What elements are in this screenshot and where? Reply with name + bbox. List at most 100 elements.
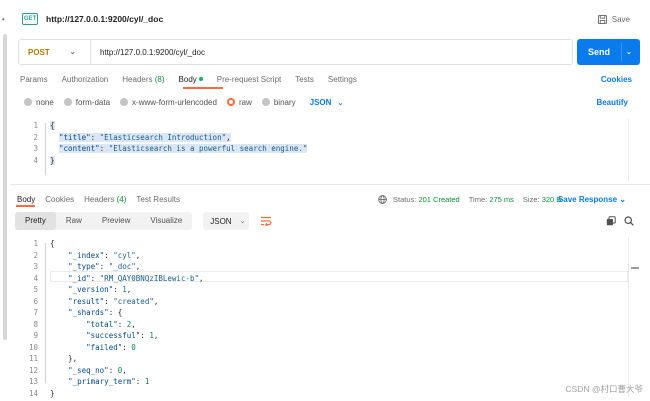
tab-settings[interactable]: Settings (328, 75, 357, 84)
tab-response-cookies[interactable]: Cookies (45, 195, 74, 204)
radio-x-www-form-urlencoded[interactable]: x-www-form-urlencoded (120, 98, 217, 107)
code-token: , (226, 132, 231, 142)
code-token: 1 (144, 377, 150, 386)
code-token: "cyl" (113, 250, 136, 260)
body-indicator-dot (198, 77, 203, 82)
send-label: Send (588, 47, 611, 57)
response-headers-count: (4) (116, 194, 127, 204)
tab-body-label: Body (178, 74, 197, 84)
view-raw[interactable]: Raw (56, 212, 92, 230)
code-token: : (99, 262, 109, 271)
code-token: }, (50, 354, 78, 363)
code-token: , (135, 262, 141, 271)
code-line: "_seq_no": 0, (50, 366, 127, 375)
line-number: 7 (33, 308, 38, 317)
line-number: 3 (33, 262, 38, 271)
code-token: } (50, 155, 55, 165)
code-token: : (99, 144, 109, 153)
url-input[interactable]: http://127.0.0.1:9200/cyl/_doc (100, 48, 205, 57)
code-token: "_version" (68, 285, 114, 294)
code-token: : (90, 132, 100, 142)
cookies-link[interactable]: Cookies (601, 75, 632, 84)
code-token: : (122, 342, 132, 352)
line-number: 13 (28, 377, 38, 386)
radio-raw[interactable]: raw (226, 98, 252, 107)
radio-circle-selected (226, 98, 235, 106)
indent-guide (45, 123, 46, 175)
send-button[interactable]: Send ⌄ (577, 39, 640, 65)
code-token: "_index" (68, 250, 105, 260)
code-line: "failed": 0 (50, 343, 136, 352)
radio-form-data-label: form-data (75, 97, 111, 107)
code-token: "title" (59, 132, 91, 142)
line-number: 8 (33, 319, 38, 329)
radio-binary-label: binary (273, 97, 296, 107)
line-number: 5 (33, 285, 38, 294)
tab-response-body[interactable]: Body (17, 195, 35, 204)
code-token: "created" (113, 296, 154, 306)
status-value[interactable]: 201 Created (418, 195, 459, 204)
code-token: } (50, 388, 55, 398)
copy-icon[interactable] (606, 216, 616, 226)
globe-icon[interactable] (378, 194, 387, 204)
view-pretty[interactable]: Pretty (15, 212, 56, 230)
tab-response-headers[interactable]: Headers (4) (84, 195, 126, 204)
wrap-lines-button[interactable] (257, 212, 275, 230)
tab-headers[interactable]: Headers (8) (122, 75, 164, 84)
line-number: 2 (33, 132, 38, 142)
search-icon[interactable] (624, 216, 634, 226)
response-body-viewer[interactable]: 1{2 "_index": "cyl", 3 "_type": "_doc", 4 … (18, 237, 640, 398)
response-tabs: Body Cookies Headers (4) Test Results St… (16, 192, 640, 207)
tab-params[interactable]: Params (20, 75, 48, 84)
http-request-icon: GET (22, 13, 38, 25)
save-icon (597, 14, 607, 24)
save-button[interactable]: Save (597, 14, 630, 24)
request-body-editor[interactable]: 1 {2 "title": "Elasticsearch Introduction… (18, 119, 640, 181)
body-format-select[interactable]: JSON ⌄ (310, 98, 344, 107)
code-token: , (122, 365, 127, 375)
radio-binary[interactable]: binary (261, 97, 296, 107)
radio-none[interactable]: none (24, 98, 54, 107)
code-token: "_primary_term" (68, 377, 136, 386)
code-token: , (131, 319, 136, 329)
code-line: "content": "Elasticsearch is a powerful … (50, 144, 308, 153)
save-response-button[interactable]: Save Response ⌄ (558, 195, 626, 204)
chevron-down-icon: ⌄ (239, 218, 246, 225)
time-value[interactable]: 275 ms (489, 195, 514, 204)
code-token: : (104, 296, 114, 306)
method-select[interactable]: POST ⌄ (19, 40, 91, 64)
tab-test-results[interactable]: Test Results (136, 195, 180, 204)
pane-divider[interactable] (10, 184, 650, 185)
code-token: : (113, 285, 123, 294)
request-title[interactable]: http://127.0.0.1:9200/cyl/_doc (46, 14, 163, 24)
request-editor-scrollbar[interactable] (628, 119, 640, 181)
code-token: "_seq_no" (68, 365, 109, 375)
tab-body[interactable]: Body (179, 75, 203, 84)
tab-authorization[interactable]: Authorization (62, 75, 109, 84)
tab-pre-request-script[interactable]: Pre-request Script (217, 75, 281, 84)
tab-tests[interactable]: Tests (295, 75, 314, 84)
code-line: "result": "created", (50, 297, 158, 306)
chevron-down-icon[interactable]: ⌄ (626, 48, 632, 56)
response-editor-scrollbar[interactable] (628, 237, 640, 397)
response-actions (598, 216, 634, 226)
code-token: , (126, 285, 132, 294)
left-scrollbar[interactable] (3, 34, 7, 340)
radio-urlencoded-label: x-www-form-urlencoded (132, 97, 217, 107)
view-preview[interactable]: Preview (92, 212, 140, 230)
view-visualize[interactable]: Visualize (140, 212, 192, 230)
code-token: "failed" (86, 342, 123, 352)
beautify-link[interactable]: Beautify (596, 98, 628, 107)
radio-form-data[interactable]: form-data (63, 97, 111, 107)
response-format-select[interactable]: JSON ⌄ (203, 212, 250, 230)
size-stat: Size: 320 B (523, 195, 561, 204)
code-token: { (50, 239, 55, 248)
response-view-bar: Pretty Raw Preview Visualize JSON ⌄ (15, 211, 640, 231)
code-token: : (140, 331, 150, 340)
chevron-down-icon: ⌄ (69, 49, 76, 56)
response-stats: Status: 201 Created Time: 275 ms Size: 3… (378, 195, 570, 204)
code-line: } (50, 389, 55, 398)
